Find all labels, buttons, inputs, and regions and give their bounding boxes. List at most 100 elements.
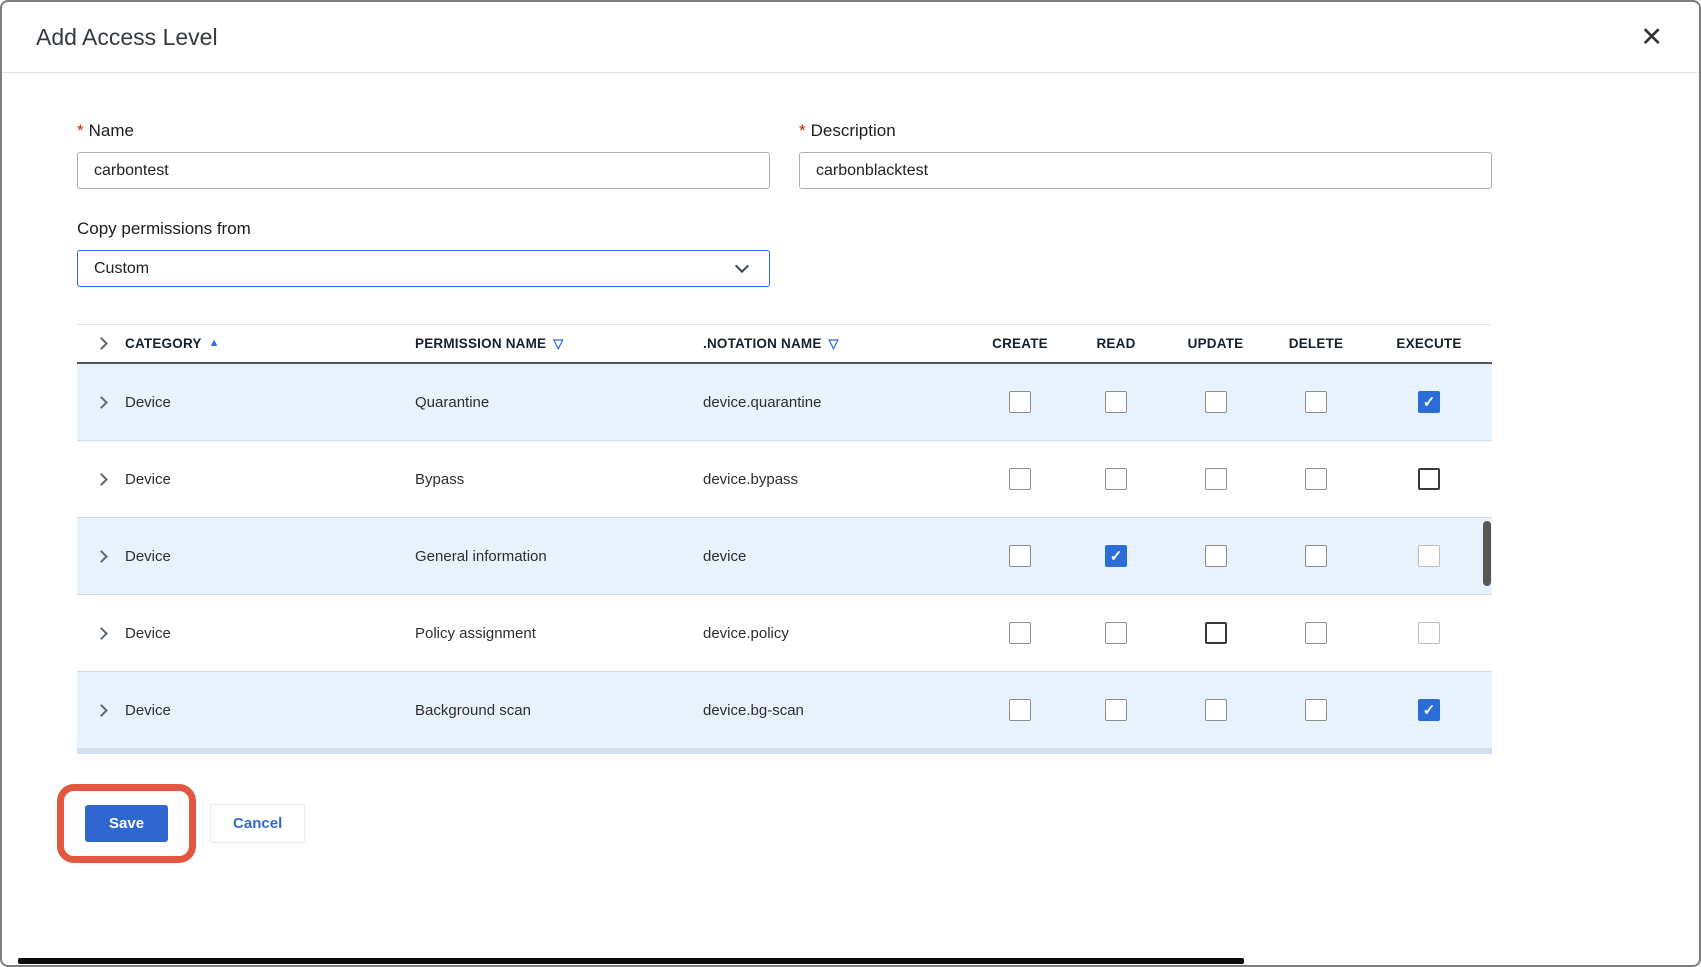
- delete-checkbox[interactable]: [1305, 622, 1327, 644]
- column-header-create: CREATE: [973, 336, 1067, 351]
- create-checkbox[interactable]: [1009, 622, 1031, 644]
- execute-checkbox[interactable]: [1418, 622, 1440, 644]
- delete-checkbox[interactable]: [1305, 545, 1327, 567]
- execute-checkbox[interactable]: [1418, 468, 1440, 490]
- row-notation-name: device: [703, 548, 973, 565]
- name-label: *Name: [77, 121, 770, 141]
- column-header-category[interactable]: CATEGORY ▲: [125, 336, 415, 351]
- dialog-content: *Name *Description Copy permissions from…: [2, 121, 1492, 863]
- update-cell: [1165, 622, 1266, 644]
- row-expander[interactable]: [77, 475, 125, 484]
- execute-cell: [1366, 545, 1492, 567]
- table-row: DevicePolicy assignmentdevice.policy: [77, 595, 1492, 672]
- name-input[interactable]: [77, 152, 770, 189]
- update-cell: [1165, 468, 1266, 490]
- read-cell: [1067, 622, 1165, 644]
- read-cell: [1067, 468, 1165, 490]
- copy-permissions-select[interactable]: Custom: [77, 250, 770, 287]
- create-checkbox[interactable]: [1009, 699, 1031, 721]
- execute-cell: [1366, 622, 1492, 644]
- background-page-edge: [18, 958, 1244, 964]
- selected-option: Custom: [94, 260, 149, 278]
- required-asterisk: *: [799, 121, 806, 140]
- row-notation-name: device.policy: [703, 625, 973, 642]
- row-category: Device: [125, 625, 415, 642]
- cancel-button[interactable]: Cancel: [210, 804, 305, 843]
- form-row: *Name * Description: [77, 121, 1492, 189]
- delete-cell: [1266, 391, 1366, 413]
- read-checkbox[interactable]: [1105, 391, 1127, 413]
- delete-cell: [1266, 545, 1366, 567]
- column-header-label: CATEGORY: [125, 336, 202, 351]
- sort-descending-icon: ▽: [553, 337, 563, 350]
- row-expander[interactable]: [77, 629, 125, 638]
- create-cell: [973, 545, 1067, 567]
- delete-checkbox[interactable]: [1305, 699, 1327, 721]
- row-notation-name: device.quarantine: [703, 394, 973, 411]
- update-cell: [1165, 391, 1266, 413]
- execute-checkbox[interactable]: ✓: [1418, 699, 1440, 721]
- column-header-update: UPDATE: [1165, 336, 1266, 351]
- column-header-notation-name[interactable]: .NOTATION NAME ▽: [703, 336, 973, 351]
- update-checkbox[interactable]: [1205, 468, 1227, 490]
- description-input[interactable]: [799, 152, 1492, 189]
- vertical-scrollbar[interactable]: [1483, 521, 1491, 586]
- update-checkbox[interactable]: [1205, 545, 1227, 567]
- description-field-group: * Description: [799, 121, 1492, 189]
- create-cell: [973, 468, 1067, 490]
- table-row: DeviceBackground scandevice.bg-scan✓: [77, 672, 1492, 749]
- execute-cell: ✓: [1366, 391, 1492, 413]
- header-expander[interactable]: [77, 339, 125, 348]
- delete-cell: [1266, 622, 1366, 644]
- update-checkbox[interactable]: [1205, 391, 1227, 413]
- column-header-permission-name[interactable]: PERMISSION NAME ▽: [415, 336, 703, 351]
- read-checkbox[interactable]: [1105, 468, 1127, 490]
- column-header-read: READ: [1067, 336, 1165, 351]
- chevron-right-icon: [95, 550, 108, 563]
- create-checkbox[interactable]: [1009, 468, 1031, 490]
- save-button[interactable]: Save: [85, 805, 168, 842]
- execute-checkbox[interactable]: [1418, 545, 1440, 567]
- row-expander[interactable]: [77, 398, 125, 407]
- description-label: * Description: [799, 121, 1492, 141]
- update-checkbox[interactable]: [1205, 699, 1227, 721]
- chevron-right-icon: [95, 627, 108, 640]
- create-checkbox[interactable]: [1009, 391, 1031, 413]
- dialog-title: Add Access Level: [36, 24, 218, 51]
- table-row: DeviceGeneral informationdevice✓: [77, 518, 1492, 595]
- row-expander[interactable]: [77, 552, 125, 561]
- delete-cell: [1266, 468, 1366, 490]
- row-permission-name: General information: [415, 548, 703, 565]
- row-category: Device: [125, 702, 415, 719]
- column-header-label: .NOTATION NAME: [703, 336, 822, 351]
- chevron-right-icon: [95, 337, 108, 350]
- table-row: DeviceBypassdevice.bypass: [77, 441, 1492, 518]
- red-highlight-annotation: Save: [57, 784, 196, 863]
- delete-checkbox[interactable]: [1305, 391, 1327, 413]
- delete-checkbox[interactable]: [1305, 468, 1327, 490]
- close-icon[interactable]: ✕: [1640, 24, 1663, 51]
- chevron-right-icon: [95, 473, 108, 486]
- execute-cell: [1366, 468, 1492, 490]
- execute-checkbox[interactable]: ✓: [1418, 391, 1440, 413]
- row-category: Device: [125, 394, 415, 411]
- create-cell: [973, 699, 1067, 721]
- check-icon: ✓: [1423, 703, 1436, 718]
- table-row: DeviceQuarantinedevice.quarantine ✓: [77, 364, 1492, 441]
- update-checkbox[interactable]: [1205, 622, 1227, 644]
- row-category: Device: [125, 471, 415, 488]
- name-field-group: *Name: [77, 121, 770, 189]
- row-permission-name: Quarantine: [415, 394, 703, 411]
- read-cell: ✓: [1067, 545, 1165, 567]
- read-checkbox[interactable]: [1105, 699, 1127, 721]
- chevron-right-icon: [95, 396, 108, 409]
- chevron-right-icon: [95, 704, 108, 717]
- sort-descending-icon: ▽: [829, 337, 839, 350]
- read-checkbox[interactable]: ✓: [1105, 545, 1127, 567]
- row-expander[interactable]: [77, 706, 125, 715]
- create-cell: [973, 622, 1067, 644]
- row-permission-name: Bypass: [415, 471, 703, 488]
- read-checkbox[interactable]: [1105, 622, 1127, 644]
- description-label-text: Description: [811, 121, 896, 140]
- create-checkbox[interactable]: [1009, 545, 1031, 567]
